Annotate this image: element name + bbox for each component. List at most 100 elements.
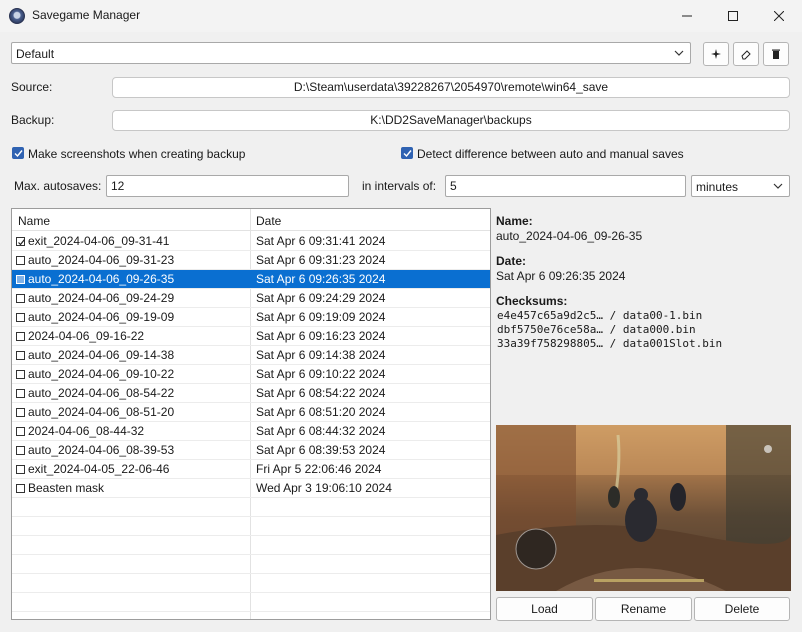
interval-unit-value: minutes xyxy=(696,180,739,194)
max-autosaves-input[interactable]: 12 xyxy=(106,175,349,197)
table-row[interactable]: auto_2024-04-06_09-26-35 Sat Apr 6 09:26:… xyxy=(12,270,490,289)
row-checkbox[interactable] xyxy=(16,274,25,284)
empty-row xyxy=(12,498,490,517)
row-date-cell: Sat Apr 6 09:24:29 2024 xyxy=(256,291,386,305)
minimize-button[interactable] xyxy=(664,0,710,32)
sparkle-add-icon xyxy=(711,49,721,59)
row-name-text: exit_2024-04-05_22-06-46 xyxy=(28,462,170,476)
profile-select[interactable]: Default xyxy=(11,42,691,64)
game-scene-image xyxy=(496,425,791,591)
table-row[interactable]: 2024-04-06_09-16-22 Sat Apr 6 09:16:23 20… xyxy=(12,327,490,346)
row-name-text: auto_2024-04-06_08-51-20 xyxy=(28,405,175,419)
row-name-text: auto_2024-04-06_09-26-35 xyxy=(28,272,175,286)
row-date-cell: Sat Apr 6 08:54:22 2024 xyxy=(256,386,386,400)
row-date-cell: Sat Apr 6 09:26:35 2024 xyxy=(256,272,386,286)
maximize-button[interactable] xyxy=(710,0,756,32)
empty-row xyxy=(12,574,490,593)
row-checkbox[interactable] xyxy=(16,388,25,398)
row-name-cell: 2024-04-06_09-16-22 xyxy=(16,329,144,343)
rename-profile-button[interactable] xyxy=(733,42,759,66)
empty-row xyxy=(12,517,490,536)
row-date-cell: Sat Apr 6 08:51:20 2024 xyxy=(256,405,386,419)
profile-select-value: Default xyxy=(16,47,55,61)
table-row[interactable]: Beasten mask Wed Apr 3 19:06:10 2024 xyxy=(12,479,490,498)
row-date-cell: Sat Apr 6 08:39:53 2024 xyxy=(256,443,386,457)
table-row[interactable]: auto_2024-04-06_09-10-22 Sat Apr 6 09:10:… xyxy=(12,365,490,384)
row-name-text: auto_2024-04-06_09-31-23 xyxy=(28,253,175,267)
row-name-text: auto_2024-04-06_09-24-29 xyxy=(28,291,175,305)
row-date-cell: Sat Apr 6 09:10:22 2024 xyxy=(256,367,386,381)
checksum-line: dbf5750e76ce58a… / data000.bin xyxy=(497,323,696,336)
trash-icon xyxy=(772,49,780,59)
chevron-down-icon xyxy=(773,183,783,189)
detect-difference-checkbox[interactable] xyxy=(401,147,413,159)
screenshots-label: Make screenshots when creating backup xyxy=(28,147,246,161)
row-name-cell: auto_2024-04-06_08-54-22 xyxy=(16,386,174,400)
list-header: Name Date xyxy=(12,209,490,231)
detect-difference-label: Detect difference between auto and manua… xyxy=(417,147,684,161)
row-checkbox[interactable] xyxy=(16,350,25,360)
checksum-line: 33a39f758298805… / data001Slot.bin xyxy=(497,337,723,350)
detail-name-value: auto_2024-04-06_09-26-35 xyxy=(496,229,643,243)
table-row[interactable]: auto_2024-04-06_08-51-20 Sat Apr 6 08:51:… xyxy=(12,403,490,422)
row-checkbox[interactable] xyxy=(16,236,25,246)
table-row[interactable]: 2024-04-06_08-44-32 Sat Apr 6 08:44:32 20… xyxy=(12,422,490,441)
maximize-icon xyxy=(728,11,738,21)
row-checkbox[interactable] xyxy=(16,445,25,455)
table-row[interactable]: exit_2024-04-06_09-31-41 Sat Apr 6 09:31:… xyxy=(12,232,490,251)
row-checkbox[interactable] xyxy=(16,255,25,265)
row-checkbox[interactable] xyxy=(16,464,25,474)
screenshots-checkbox[interactable] xyxy=(12,147,24,159)
row-checkbox[interactable] xyxy=(16,426,25,436)
empty-row xyxy=(12,593,490,612)
row-name-cell: auto_2024-04-06_08-51-20 xyxy=(16,405,174,419)
row-checkbox[interactable] xyxy=(16,369,25,379)
row-name-text: 2024-04-06_08-44-32 xyxy=(28,424,145,438)
rename-button[interactable]: Rename xyxy=(595,597,692,621)
table-row[interactable]: auto_2024-04-06_09-31-23 Sat Apr 6 09:31:… xyxy=(12,251,490,270)
column-header-date[interactable]: Date xyxy=(256,214,281,228)
close-button[interactable] xyxy=(756,0,802,32)
table-row[interactable]: auto_2024-04-06_09-19-09 Sat Apr 6 09:19:… xyxy=(12,308,490,327)
screenshot-preview xyxy=(496,425,791,591)
checksum-line: e4e457c65a9d2c5… / data00-1.bin xyxy=(497,309,703,322)
delete-profile-button[interactable] xyxy=(763,42,789,66)
row-checkbox[interactable] xyxy=(16,312,25,322)
backup-path-field[interactable]: K:\DD2SaveManager\backups xyxy=(112,110,790,131)
detail-date-label: Date: xyxy=(496,254,527,268)
delete-button[interactable]: Delete xyxy=(694,597,790,621)
row-checkbox[interactable] xyxy=(16,293,25,303)
row-checkbox[interactable] xyxy=(16,407,25,417)
row-name-cell: 2024-04-06_08-44-32 xyxy=(16,424,144,438)
detail-name-label: Name: xyxy=(496,214,533,228)
row-checkbox[interactable] xyxy=(16,483,25,493)
max-autosaves-label: Max. autosaves: xyxy=(14,179,102,193)
table-row[interactable]: auto_2024-04-06_09-24-29 Sat Apr 6 09:24:… xyxy=(12,289,490,308)
table-row[interactable]: auto_2024-04-06_08-39-53 Sat Apr 6 08:39:… xyxy=(12,441,490,460)
interval-unit-select[interactable]: minutes xyxy=(691,175,790,197)
row-name-cell: auto_2024-04-06_09-26-35 xyxy=(16,272,174,286)
row-checkbox[interactable] xyxy=(16,331,25,341)
new-profile-button[interactable] xyxy=(703,42,729,66)
title-bar: Savegame Manager xyxy=(0,0,802,32)
source-path-field[interactable]: D:\Steam\userdata\39228267\2054970\remot… xyxy=(112,77,790,98)
detail-date-value: Sat Apr 6 09:26:35 2024 xyxy=(496,269,626,283)
column-header-name[interactable]: Name xyxy=(18,214,50,228)
load-button[interactable]: Load xyxy=(496,597,593,621)
row-name-cell: auto_2024-04-06_09-14-38 xyxy=(16,348,174,362)
row-name-cell: auto_2024-04-06_09-10-22 xyxy=(16,367,174,381)
table-row[interactable]: exit_2024-04-05_22-06-46 Fri Apr 5 22:06:… xyxy=(12,460,490,479)
row-name-text: exit_2024-04-06_09-31-41 xyxy=(28,234,170,248)
row-name-text: Beasten mask xyxy=(28,481,105,495)
row-name-text: auto_2024-04-06_09-10-22 xyxy=(28,367,175,381)
row-name-text: auto_2024-04-06_08-39-53 xyxy=(28,443,175,457)
row-name-cell: exit_2024-04-05_22-06-46 xyxy=(16,462,169,476)
interval-input[interactable]: 5 xyxy=(445,175,686,197)
row-name-cell: auto_2024-04-06_09-19-09 xyxy=(16,310,174,324)
row-name-text: auto_2024-04-06_09-19-09 xyxy=(28,310,175,324)
table-row[interactable]: auto_2024-04-06_08-54-22 Sat Apr 6 08:54:… xyxy=(12,384,490,403)
detail-checksums-label: Checksums: xyxy=(496,294,568,308)
table-row[interactable]: auto_2024-04-06_09-14-38 Sat Apr 6 09:14:… xyxy=(12,346,490,365)
app-icon xyxy=(9,8,25,24)
savegame-list[interactable]: Name Date exit_2024-04-06_09-31-41 Sat Ap… xyxy=(11,208,491,620)
